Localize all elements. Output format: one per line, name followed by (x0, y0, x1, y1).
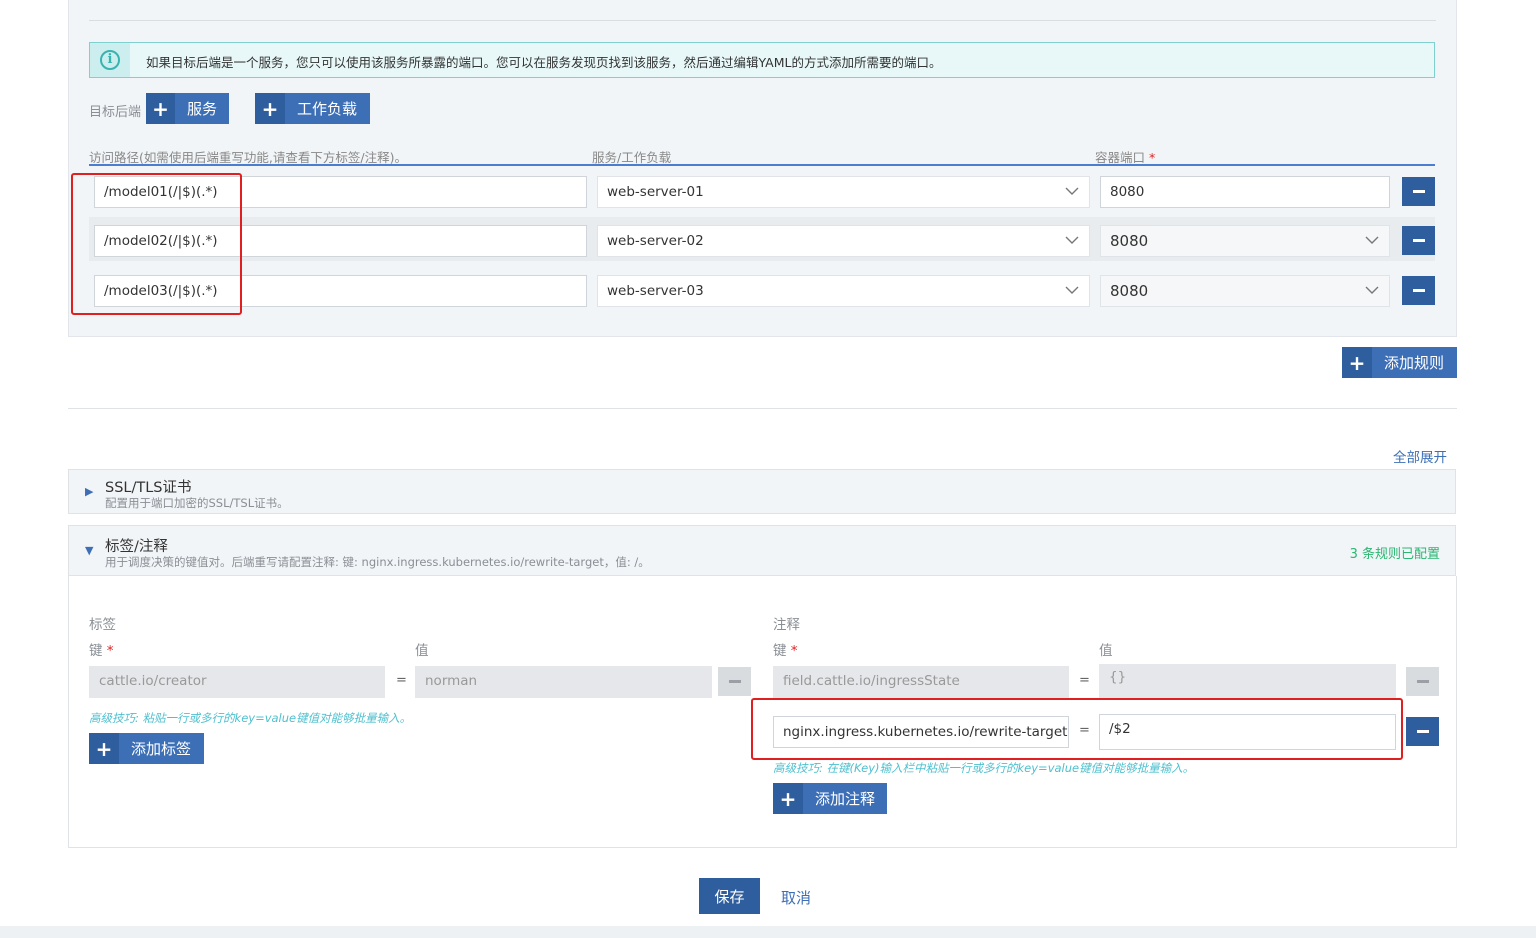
minus-icon (1416, 730, 1429, 733)
remove-label-button[interactable] (718, 667, 751, 696)
minus-icon (1416, 680, 1429, 683)
cancel-link[interactable]: 取消 (781, 887, 811, 908)
remove-rule-button[interactable] (1402, 276, 1435, 305)
chevron-down-icon (1365, 236, 1379, 244)
backend-select-value: web-server-02 (607, 233, 704, 249)
remove-annotation-button[interactable] (1406, 717, 1439, 746)
chevron-down-icon (1065, 236, 1079, 244)
footer-bar (0, 926, 1536, 938)
info-banner: i 如果目标后端是一个服务，您只可以使用该服务所暴露的端口。您可以在服务发现页找… (89, 42, 1435, 78)
caret-down-icon: ▼ (85, 544, 94, 557)
remove-rule-button[interactable] (1402, 226, 1435, 255)
port-select-value: 8080 (1110, 232, 1149, 250)
labels-tip: 高级技巧: 粘贴一行或多行的key=value键值对能够批量输入。 (89, 711, 412, 725)
labels-title: 标签/注释 (105, 539, 168, 555)
ssl-accordion-header[interactable]: ▶ SSL/TLS证书 配置用于端口加密的SSL/TSL证书。 (68, 469, 1456, 514)
caret-right-icon: ▶ (85, 485, 94, 498)
add-annotation-text: 添加注释 (814, 790, 875, 808)
info-icon: i (100, 50, 120, 70)
backend-select-value: web-server-01 (607, 184, 704, 200)
label-value-input[interactable]: norman (415, 666, 712, 698)
target-backend-label: 目标后端 (89, 105, 142, 120)
backend-select[interactable]: web-server-02 (597, 225, 1090, 257)
ssl-title: SSL/TLS证书 (105, 480, 192, 496)
highlight-box (751, 698, 1403, 760)
port-select[interactable]: 8080 (1100, 275, 1390, 307)
add-service-button[interactable]: + 服务 (146, 93, 229, 124)
add-rule-button[interactable]: + 添加规则 (1342, 347, 1457, 378)
port-input[interactable]: 8080 (1100, 176, 1390, 208)
label-key-header: 键 * (89, 639, 114, 659)
minus-icon (1412, 289, 1425, 292)
equals-sign: = (396, 673, 407, 688)
annotation-key-header: 键 * (773, 639, 798, 659)
add-rule-label: 添加规则 (1384, 354, 1445, 372)
plus-icon: + (773, 783, 803, 814)
add-workload-label: 工作负载 (297, 100, 358, 118)
plus-icon: + (146, 93, 175, 124)
remove-rule-button[interactable] (1402, 177, 1435, 206)
port-select-value: 8080 (1110, 282, 1149, 300)
rules-configured-status: 3 条规则已配置 (1349, 547, 1440, 562)
plus-icon: + (255, 93, 285, 124)
remove-annotation-button[interactable] (1406, 667, 1439, 696)
required-marker: * (790, 643, 798, 659)
backend-select-value: web-server-03 (607, 283, 704, 299)
annotation-value-header: 值 (1099, 643, 1113, 659)
chevron-down-icon (1365, 286, 1379, 294)
labels-accordion-header[interactable]: ▼ 标签/注释 用于调度决策的键值对。后端重写请配置注释: 键: nginx.i… (68, 525, 1456, 576)
ssl-subtitle: 配置用于端口加密的SSL/TSL证书。 (105, 496, 289, 510)
minus-icon (1412, 190, 1425, 193)
annotation-key-text: 键 (773, 643, 787, 659)
required-marker: * (106, 643, 114, 659)
labels-heading: 标签 (89, 617, 116, 633)
ingress-edit-form: i 如果目标后端是一个服务，您只可以使用该服务所暴露的端口。您可以在服务发现页找… (0, 0, 1536, 938)
annotations-heading: 注释 (773, 617, 800, 633)
port-select[interactable]: 8080 (1100, 225, 1390, 257)
plus-icon: + (1342, 347, 1372, 378)
annotations-tip: 高级技巧: 在键(Key)输入栏中粘贴一行或多行的key=value键值对能够批… (773, 761, 1195, 775)
section-divider (68, 408, 1457, 409)
equals-sign: = (1079, 673, 1090, 688)
label-key-input[interactable]: cattle.io/creator (89, 666, 385, 698)
expand-all-link[interactable]: 全部展开 (1393, 446, 1447, 466)
label-value-header: 值 (415, 643, 429, 659)
add-label-text: 添加标签 (131, 740, 192, 758)
port-column-label: 容器端口 (1095, 150, 1146, 165)
minus-icon (728, 680, 741, 683)
label-key-text: 键 (89, 643, 103, 659)
add-annotation-button[interactable]: + 添加注释 (773, 783, 887, 814)
backend-select[interactable]: web-server-01 (597, 176, 1090, 208)
add-service-label: 服务 (186, 100, 217, 118)
info-text: 如果目标后端是一个服务，您只可以使用该服务所暴露的端口。您可以在服务发现页找到该… (146, 55, 942, 70)
minus-icon (1412, 239, 1425, 242)
header-underline (89, 164, 1435, 166)
backend-select[interactable]: web-server-03 (597, 275, 1090, 307)
required-marker: * (1149, 150, 1156, 165)
chevron-down-icon (1065, 187, 1079, 195)
highlight-box (71, 173, 242, 315)
divider (89, 20, 1436, 21)
add-label-button[interactable]: + 添加标签 (89, 733, 204, 764)
add-workload-button[interactable]: + 工作负载 (255, 93, 370, 124)
save-button[interactable]: 保存 (699, 878, 760, 914)
plus-icon: + (89, 733, 119, 764)
annotation-value-input[interactable]: {} (1099, 664, 1396, 700)
chevron-down-icon (1065, 286, 1079, 294)
annotation-key-input[interactable]: field.cattle.io/ingressState (773, 666, 1069, 698)
labels-subtitle: 用于调度决策的键值对。后端重写请配置注释: 键: nginx.ingress.k… (105, 555, 650, 569)
